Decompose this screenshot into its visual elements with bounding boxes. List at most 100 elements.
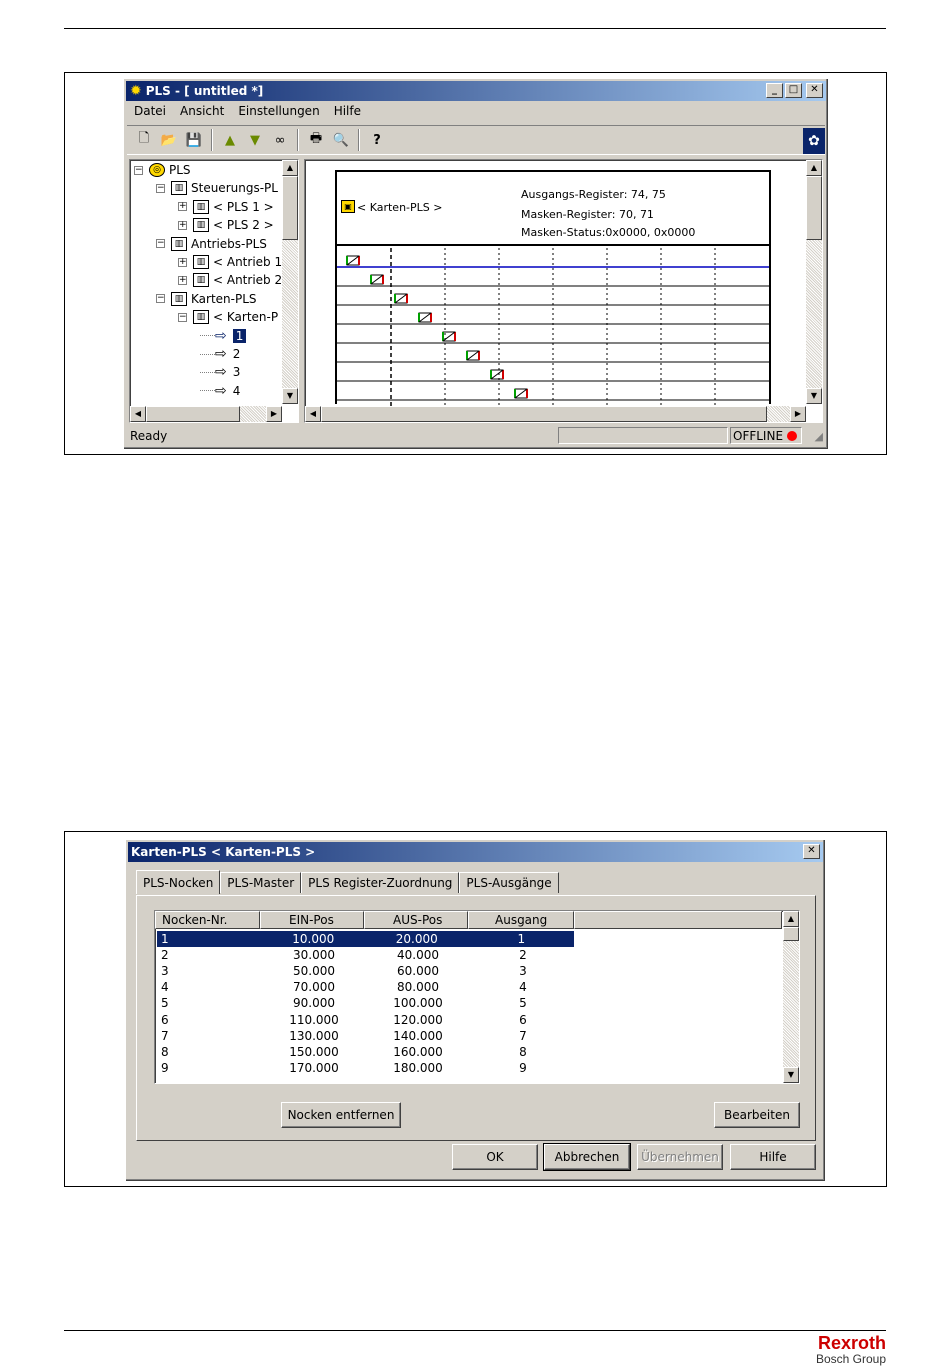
tree-item[interactable]: − ◎ PLS [134, 161, 191, 179]
dialog-titlebar[interactable]: Karten-PLS < Karten-PLS > ✕ [128, 842, 823, 862]
tree-item[interactable]: + ▥ < PLS 2 > [178, 216, 274, 234]
minimize-button[interactable]: _ [766, 83, 783, 98]
open-folder-icon[interactable]: 📂 [158, 129, 180, 151]
tree-expander-icon[interactable]: + [178, 220, 187, 230]
scroll-up-button[interactable]: ▲ [282, 160, 298, 176]
help-icon[interactable]: ? [366, 129, 388, 151]
upload-icon[interactable]: ▲ [219, 129, 241, 151]
table-cell: 70.000 [293, 980, 335, 995]
tree-expander-icon[interactable]: − [156, 183, 165, 193]
tree-item[interactable]: ⇨ 2 [200, 345, 240, 363]
maximize-button[interactable]: □ [785, 83, 802, 98]
mask-register-info: Masken-Register: 70, 71 [521, 208, 654, 221]
scroll-left-button[interactable]: ◀ [305, 406, 321, 422]
list-vertical-scrollbar[interactable]: ▲ ▼ [783, 911, 799, 1083]
tree-item-label: < Antrieb 1 [213, 255, 283, 269]
print-preview-icon[interactable]: 🔍 [330, 129, 352, 151]
table-row[interactable]: 6 110.000 120.000 6 [157, 1012, 576, 1028]
tree-expander-icon[interactable]: + [178, 275, 187, 285]
scroll-right-button[interactable]: ▶ [790, 406, 806, 422]
ok-button[interactable]: OK [452, 1144, 538, 1170]
tree-connector [200, 335, 215, 337]
table-row[interactable]: 4 70.000 80.000 4 [157, 979, 576, 995]
tree-item[interactable]: ⇨ 4 [200, 382, 240, 400]
cam-diagram [337, 248, 769, 406]
tree-item[interactable]: ⇨ 1 [200, 327, 247, 345]
new-file-icon[interactable]: 🗋 [133, 129, 155, 151]
tab-pls-master[interactable]: PLS-Master [220, 872, 302, 893]
remove-cam-button[interactable]: Nocken entfernen [281, 1102, 401, 1128]
device-icon: ▥ [193, 310, 209, 325]
tree-item[interactable]: + ▥ < PLS 1 > [178, 198, 274, 216]
save-icon[interactable]: 💾 [183, 129, 205, 151]
tree-item[interactable]: − ▥ Antriebs-PLS [156, 235, 267, 253]
tree-expander-icon[interactable]: + [178, 202, 187, 212]
table-row[interactable]: 3 50.000 60.000 3 [157, 963, 576, 979]
menu-datei[interactable]: Datei [127, 103, 173, 121]
tree-item[interactable]: + ▥ < Antrieb 1 [178, 253, 282, 271]
table-row[interactable]: 2 30.000 40.000 2 [157, 947, 576, 963]
diagram-pane: ▣ < Karten-PLS > Ausgangs-Register: 74, … [304, 159, 823, 423]
tree-vertical-scrollbar[interactable]: ▲ ▼ [282, 160, 298, 404]
scroll-thumb[interactable] [321, 406, 767, 422]
table-row[interactable]: 9 170.000 180.000 9 [157, 1060, 576, 1076]
table-cell: 30.000 [293, 948, 335, 963]
scroll-down-button[interactable]: ▼ [783, 1067, 799, 1083]
tree-expander-icon[interactable]: − [178, 312, 187, 322]
table-row[interactable]: 7 130.000 140.000 7 [157, 1028, 576, 1044]
diagram-horizontal-scrollbar[interactable]: ◀ ▶ [305, 406, 806, 422]
edit-button[interactable]: Bearbeiten [714, 1102, 800, 1128]
help-button[interactable]: Hilfe [730, 1144, 816, 1170]
tree-expander-icon[interactable]: − [134, 165, 143, 175]
cancel-button[interactable]: Abbrechen [543, 1143, 631, 1171]
tree-item[interactable]: ⇨ 3 [200, 363, 240, 381]
tree-item[interactable]: + ▥ < Antrieb 2 [178, 271, 282, 289]
scroll-up-button[interactable]: ▲ [783, 911, 799, 927]
tab-pls-ausgaenge[interactable]: PLS-Ausgänge [459, 872, 559, 893]
print-icon[interactable]: 🖶 [305, 129, 327, 151]
monitor-glasses-icon[interactable]: ∞ [269, 129, 291, 151]
column-aus-pos[interactable]: AUS-Pos [364, 911, 468, 929]
menu-hilfe[interactable]: Hilfe [327, 103, 368, 121]
table-cell: 120.000 [393, 1012, 443, 1027]
column-ausgang[interactable]: Ausgang [468, 911, 574, 929]
tree-item[interactable]: − ▥ < Karten-P [178, 308, 278, 326]
tree-item[interactable]: − ▥ Karten-PLS [156, 290, 257, 308]
resize-grip-icon[interactable]: ◢ [815, 430, 823, 443]
scroll-thumb[interactable] [783, 927, 799, 941]
scroll-left-button[interactable]: ◀ [130, 406, 146, 422]
download-icon[interactable]: ▼ [244, 129, 266, 151]
tree-item[interactable]: − ▥ Steuerungs-PL [156, 179, 278, 197]
close-button[interactable]: ✕ [806, 83, 823, 98]
connection-status: OFFLINE [730, 427, 802, 444]
scroll-right-button[interactable]: ▶ [266, 406, 282, 422]
tree-expander-icon[interactable]: + [178, 257, 187, 267]
table-row[interactable]: 8 150.000 160.000 8 [157, 1044, 576, 1060]
column-ein-pos[interactable]: EIN-Pos [260, 911, 364, 929]
diagram-vertical-scrollbar[interactable]: ▲ ▼ [806, 160, 822, 404]
status-bar: Ready OFFLINE ◢ [127, 426, 825, 446]
pls-root-icon: ◎ [149, 163, 165, 177]
tree-item-label: Steuerungs-PL [191, 181, 278, 196]
table-row[interactable]: 5 90.000 100.000 5 [157, 995, 576, 1011]
tree-expander-icon[interactable]: − [156, 294, 165, 304]
scroll-down-button[interactable]: ▼ [806, 388, 822, 404]
tree-expander-icon[interactable]: − [156, 239, 165, 249]
column-nocken-nr[interactable]: Nocken-Nr. [155, 911, 260, 929]
table-cell: 6 [161, 1012, 169, 1027]
table-row[interactable]: 1 10.000 20.000 1 [157, 931, 574, 947]
tab-pls-register-zuordnung[interactable]: PLS Register-Zuordnung [301, 872, 460, 893]
toolbar-separator [297, 129, 299, 151]
scroll-down-button[interactable]: ▼ [282, 388, 298, 404]
dialog-close-button[interactable]: ✕ [803, 844, 820, 859]
window-titlebar[interactable]: ✹ PLS - [ untitled *] _ □ ✕ [126, 81, 826, 101]
scroll-thumb[interactable] [146, 406, 240, 422]
scroll-thumb[interactable] [806, 176, 822, 240]
menu-ansicht[interactable]: Ansicht [173, 103, 231, 121]
tab-pls-nocken[interactable]: PLS-Nocken [136, 870, 221, 894]
scroll-up-button[interactable]: ▲ [806, 160, 822, 176]
scroll-thumb[interactable] [282, 176, 298, 240]
tree-connector [200, 371, 215, 373]
tree-horizontal-scrollbar[interactable]: ◀ ▶ [130, 406, 282, 422]
menu-einstellungen[interactable]: Einstellungen [231, 103, 326, 121]
